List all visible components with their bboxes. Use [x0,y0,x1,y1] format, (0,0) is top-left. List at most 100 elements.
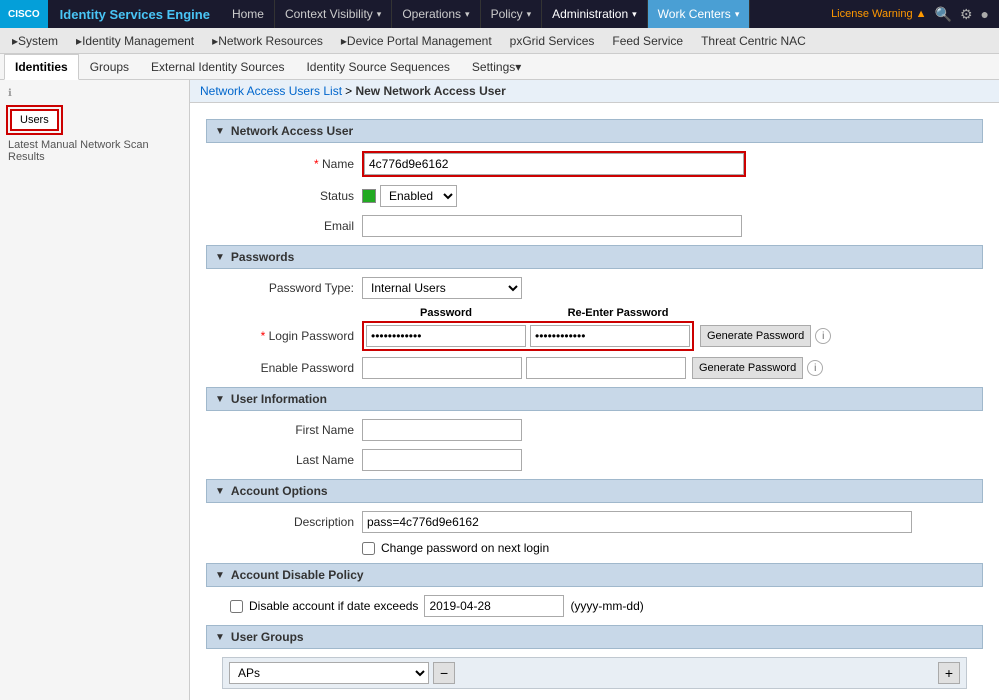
license-warning[interactable]: License Warning ▲ [831,8,926,20]
password-type-select[interactable]: Internal Users External [362,277,522,299]
description-label: Description [222,515,362,529]
settings-icon[interactable]: ⚙ [960,6,973,23]
status-label: Status [222,189,362,203]
sidebar-scan-results-link[interactable]: Latest Manual Network Scan Results [4,137,185,165]
enable-password-reenter-input[interactable] [526,357,686,379]
disable-account-checkbox[interactable] [230,600,243,613]
login-generate-button[interactable]: Generate Password [700,325,811,347]
chevron-down-icon: ▾ [735,9,740,20]
login-password-label: Login Password [222,329,362,343]
last-name-label: Last Name [222,453,362,467]
nav-threat-centric[interactable]: Threat Centric NAC [693,28,814,54]
nav-operations[interactable]: Operations▾ [392,0,480,28]
enable-password-input[interactable] [362,357,522,379]
email-row: Email [206,215,983,237]
top-nav: Home Context Visibility▾ Operations▾ Pol… [222,0,821,28]
collapse-icon: ▼ [215,394,225,405]
chevron-down-icon: ▾ [515,60,521,74]
nav-pxgrid[interactable]: pxGrid Services [502,28,603,54]
status-row: Status Enabled Disabled [206,185,983,207]
first-name-label: First Name [222,423,362,437]
chevron-down-icon: ▾ [465,9,470,20]
email-label: Email [222,219,362,233]
disable-date-input[interactable] [424,595,564,617]
user-groups-title: User Groups [231,630,304,644]
tab-identities[interactable]: Identities [4,54,79,80]
collapse-icon: ▼ [215,570,225,581]
nav-administration[interactable]: Administration▾ [542,0,648,28]
login-password-input[interactable] [366,325,526,347]
nav-work-centers[interactable]: Work Centers▾ [648,0,751,28]
user-info-title: User Information [231,392,327,406]
passwords-section[interactable]: ▼ Passwords [206,245,983,269]
passwords-title: Passwords [231,250,294,264]
nav-network-resources[interactable]: ▸ Network Resources [204,28,331,54]
disable-account-label: Disable account if date exceeds [249,599,418,613]
enable-password-row: Enable Password Generate Password i [206,357,983,379]
enable-info-button[interactable]: i [807,360,823,376]
remove-group-button[interactable]: − [433,662,455,684]
password-col-header: Password [362,307,530,319]
nav-policy[interactable]: Policy▾ [481,0,543,28]
account-options-section[interactable]: ▼ Account Options [206,479,983,503]
login-password-reenter-input[interactable] [530,325,690,347]
disable-account-row: Disable account if date exceeds (yyyy-mm… [206,595,983,617]
status-checkbox[interactable] [362,189,376,203]
description-row: Description [206,511,983,533]
name-label: Name [222,157,362,171]
name-row: Name [206,151,983,177]
first-name-row: First Name [206,419,983,441]
breadcrumb-current: New Network Access User [355,84,505,98]
sidebar-users-button[interactable]: Users [10,109,59,131]
login-password-row: Login Password Generate Password i [206,321,983,351]
third-nav: Identities Groups External Identity Sour… [0,54,999,80]
tab-identity-source-sequences[interactable]: Identity Source Sequences [295,54,460,80]
account-disable-section[interactable]: ▼ Account Disable Policy [206,563,983,587]
group-select[interactable]: APs [229,662,429,684]
name-input[interactable] [364,153,744,175]
enable-password-label: Enable Password [222,361,362,375]
user-info-section[interactable]: ▼ User Information [206,387,983,411]
nav-context-visibility[interactable]: Context Visibility▾ [275,0,392,28]
chevron-down-icon: ▾ [527,9,532,20]
info-icon: ℹ [8,88,181,99]
nav-identity-mgmt[interactable]: ▸ Identity Management [68,28,202,54]
status-dropdown[interactable]: Enabled Disabled [380,185,457,207]
network-access-user-section[interactable]: ▼ Network Access User [206,119,983,143]
chevron-down-icon: ▾ [632,9,637,20]
collapse-icon: ▼ [215,126,225,137]
breadcrumb-separator: > [345,84,355,98]
second-nav: ▸ System ▸ Identity Management ▸ Network… [0,28,999,54]
nav-home[interactable]: Home [222,0,275,28]
first-name-input[interactable] [362,419,522,441]
collapse-icon: ▼ [215,252,225,263]
change-password-label: Change password on next login [381,541,549,555]
add-group-button[interactable]: + [938,662,960,684]
sidebar: ℹ Users Latest Manual Network Scan Resul… [0,80,190,700]
last-name-row: Last Name [206,449,983,471]
nav-device-portal[interactable]: ▸ Device Portal Management [333,28,500,54]
nav-feed-service[interactable]: Feed Service [604,28,691,54]
user-groups-section[interactable]: ▼ User Groups [206,625,983,649]
email-input[interactable] [362,215,742,237]
reenter-col-header: Re-Enter Password [534,307,702,319]
password-type-label: Password Type: [222,281,362,295]
last-name-input[interactable] [362,449,522,471]
collapse-icon: ▼ [215,486,225,497]
description-input[interactable] [362,511,912,533]
breadcrumb-list-link[interactable]: Network Access Users List [200,84,342,98]
change-password-checkbox[interactable] [362,542,375,555]
enable-generate-button[interactable]: Generate Password [692,357,803,379]
tab-external-identity-sources[interactable]: External Identity Sources [140,54,295,80]
user-icon[interactable]: ● [981,6,989,22]
date-format-hint: (yyyy-mm-dd) [570,599,643,613]
tab-settings[interactable]: Settings ▾ [461,54,532,80]
app-title: Identity Services Engine [48,7,222,22]
account-options-title: Account Options [231,484,328,498]
tab-groups[interactable]: Groups [79,54,140,80]
nav-right-area: License Warning ▲ 🔍 ⚙ ● [821,6,999,23]
nav-system[interactable]: ▸ System [4,28,66,54]
search-icon[interactable]: 🔍 [935,6,952,23]
login-info-button[interactable]: i [815,328,831,344]
section-title: Network Access User [231,124,353,138]
